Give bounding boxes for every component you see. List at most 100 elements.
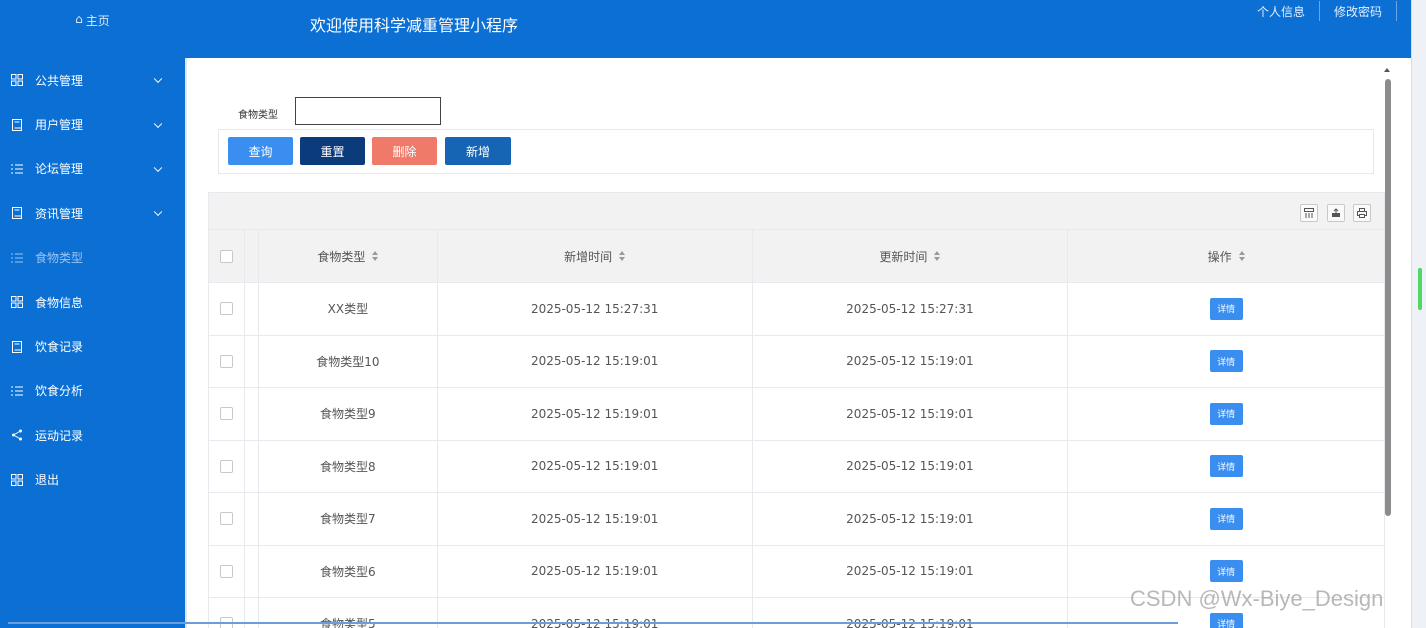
list-icon <box>10 384 24 398</box>
grid-icon <box>10 295 24 309</box>
delete-button[interactable]: 删除 <box>372 137 437 165</box>
print-icon[interactable] <box>1353 204 1371 222</box>
sidebar-item[interactable]: 退出 <box>0 458 185 502</box>
list-icon <box>10 251 24 265</box>
cell-food-type: 食物类型7 <box>259 493 438 545</box>
table-toolbar <box>209 193 1384 230</box>
home-label: 主页 <box>85 14 110 28</box>
book-icon <box>10 206 24 220</box>
cell-actions: 详情 <box>1068 336 1384 388</box>
sidebar-item[interactable]: 用户管理 <box>0 102 185 146</box>
top-header: 欢迎使用科学减重管理小程序 个人信息 修改密码 <box>185 0 1411 58</box>
column-header-food-type[interactable]: 食物类型 <box>259 230 438 282</box>
share-icon <box>10 428 24 442</box>
cell-updated-time: 2025-05-12 15:19:01 <box>753 493 1069 545</box>
detail-button[interactable]: 详情 <box>1209 560 1243 583</box>
bottom-divider <box>8 622 1178 624</box>
detail-button[interactable]: 详情 <box>1209 350 1243 373</box>
cell-actions: 详情 <box>1068 283 1384 335</box>
row-checkbox[interactable] <box>219 459 233 473</box>
list-icon <box>10 162 24 176</box>
sidebar-item-label: 资讯管理 <box>35 206 84 221</box>
row-spacer <box>245 283 259 335</box>
header-spacer <box>245 230 259 282</box>
sidebar-item-label: 食物信息 <box>35 295 84 310</box>
row-select-cell <box>209 545 245 597</box>
sidebar-item[interactable]: 饮食记录 <box>0 324 185 368</box>
action-bar: 查询 重置 删除 新增 <box>218 129 1374 174</box>
cell-updated-time: 2025-05-12 15:19:01 <box>753 545 1069 597</box>
sidebar-item[interactable]: 饮食分析 <box>0 369 185 413</box>
sidebar-item[interactable]: 食物信息 <box>0 280 185 324</box>
detail-button[interactable]: 详情 <box>1209 507 1243 530</box>
export-icon[interactable] <box>1327 204 1345 222</box>
sort-icon[interactable] <box>372 251 379 261</box>
book-icon <box>10 340 24 354</box>
cell-created-time: 2025-05-12 15:19:01 <box>438 493 753 545</box>
column-header-updated[interactable]: 更新时间 <box>753 230 1069 282</box>
reset-button[interactable]: 重置 <box>300 137 365 165</box>
window-scroll-indicator <box>1418 268 1422 310</box>
scrollbar-thumb[interactable] <box>1385 79 1391 516</box>
cell-created-time: 2025-05-12 15:19:01 <box>438 440 753 492</box>
table-header: 食物类型 新增时间 更新时间 操作 <box>209 230 1384 283</box>
sidebar-item[interactable]: 公共管理 <box>0 58 185 102</box>
column-header-actions[interactable]: 操作 <box>1068 230 1384 282</box>
sidebar-item-label: 饮食记录 <box>35 340 84 355</box>
cell-actions: 详情 <box>1068 388 1384 440</box>
row-checkbox[interactable] <box>219 407 233 421</box>
table-row: 食物类型8 2025-05-12 15:19:01 2025-05-12 15:19… <box>209 440 1384 493</box>
column-header-created[interactable]: 新增时间 <box>438 230 753 282</box>
search-label: 食物类型 <box>238 110 278 121</box>
change-password-link[interactable]: 修改密码 <box>1320 3 1396 20</box>
detail-button[interactable]: 详情 <box>1209 455 1243 478</box>
sidebar-item[interactable]: 食物类型 <box>0 236 185 280</box>
columns-filter-icon[interactable] <box>1300 204 1318 222</box>
detail-button[interactable]: 详情 <box>1209 402 1243 425</box>
home-icon: ⌂ <box>75 12 83 26</box>
query-button[interactable]: 查询 <box>228 137 293 165</box>
cell-updated-time: 2025-05-12 15:19:01 <box>753 388 1069 440</box>
cell-food-type: 食物类型8 <box>259 440 438 492</box>
sidebar-item-label: 运动记录 <box>35 428 84 443</box>
cell-food-type: 食物类型6 <box>259 545 438 597</box>
table-row: 食物类型9 2025-05-12 15:19:01 2025-05-12 15:19… <box>209 388 1384 441</box>
cell-food-type: 食物类型10 <box>259 335 438 387</box>
scroll-up-icon[interactable] <box>1384 68 1390 72</box>
sidebar-item-label: 论坛管理 <box>35 162 84 177</box>
vertical-scrollbar[interactable] <box>1382 64 1392 624</box>
sidebar-item-label: 退出 <box>35 473 60 488</box>
sidebar: ⌂ 主页 公共管理用户管理论坛管理资讯管理食物类型食物信息饮食记录饮食分析运动记… <box>0 0 185 628</box>
row-select-cell <box>209 388 245 440</box>
food-type-search-input[interactable] <box>295 97 441 125</box>
home-link[interactable]: ⌂ 主页 <box>0 0 185 58</box>
cell-created-time: 2025-05-12 15:19:01 <box>438 545 753 597</box>
data-table: 食物类型 新增时间 更新时间 操作 XX类型 2025-05-12 15:27:3… <box>208 192 1385 628</box>
row-checkbox[interactable] <box>219 564 233 578</box>
sidebar-item-label: 公共管理 <box>35 73 84 88</box>
book-icon <box>10 118 24 132</box>
profile-link[interactable]: 个人信息 <box>1243 3 1319 20</box>
select-all-checkbox[interactable] <box>219 249 233 263</box>
row-checkbox[interactable] <box>219 512 233 526</box>
detail-button[interactable]: 详情 <box>1209 297 1243 320</box>
row-select-cell <box>209 440 245 492</box>
sort-icon[interactable] <box>934 251 941 261</box>
cell-actions: 详情 <box>1068 493 1384 545</box>
sidebar-menu: 公共管理用户管理论坛管理资讯管理食物类型食物信息饮食记录饮食分析运动记录退出 <box>0 58 185 502</box>
app-title: 欢迎使用科学减重管理小程序 <box>310 16 519 35</box>
row-spacer <box>245 388 259 440</box>
row-select-cell <box>209 335 245 387</box>
sidebar-item[interactable]: 运动记录 <box>0 413 185 457</box>
sort-icon[interactable] <box>1238 251 1245 261</box>
row-spacer <box>245 493 259 545</box>
sidebar-item[interactable]: 资讯管理 <box>0 191 185 235</box>
detail-button[interactable]: 详情 <box>1209 612 1243 628</box>
grid-icon <box>10 473 24 487</box>
add-button[interactable]: 新增 <box>445 137 511 165</box>
sort-icon[interactable] <box>619 251 626 261</box>
cell-created-time: 2025-05-12 15:19:01 <box>438 388 753 440</box>
row-checkbox[interactable] <box>219 354 233 368</box>
sidebar-item[interactable]: 论坛管理 <box>0 147 185 191</box>
row-checkbox[interactable] <box>219 302 233 316</box>
